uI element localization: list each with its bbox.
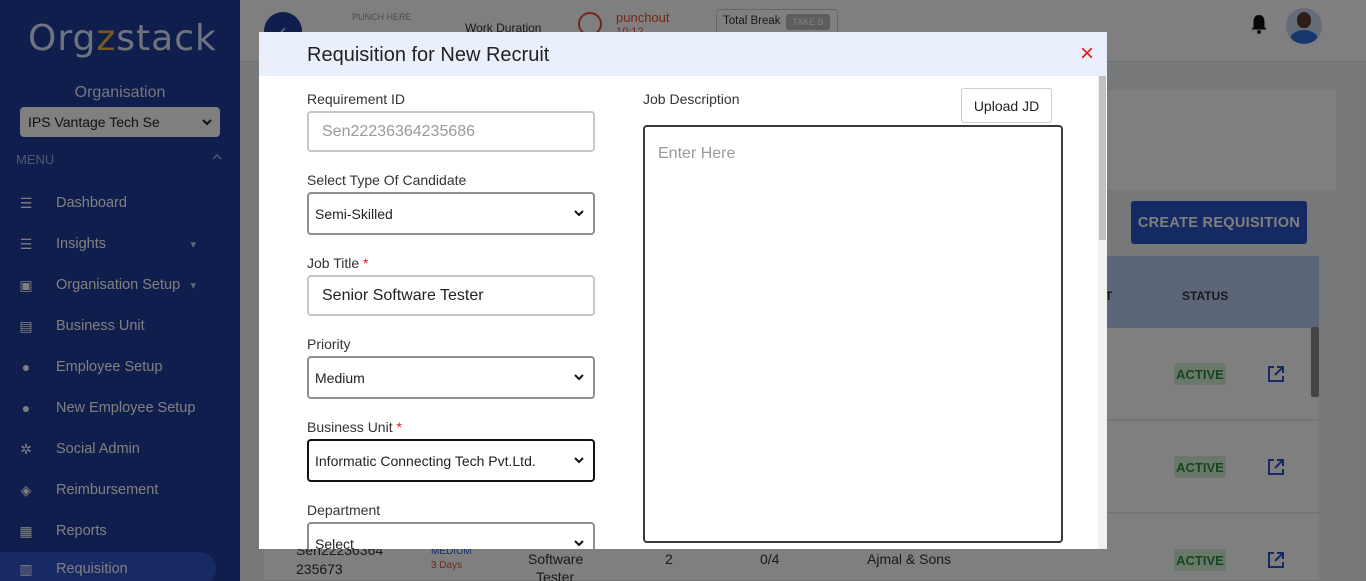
upload-jd-button[interactable]: Upload JD [961, 88, 1052, 123]
priority-label: Priority [307, 336, 351, 352]
chevron-down-icon [574, 210, 584, 217]
candidate-type-select[interactable]: Semi-Skilled [307, 192, 595, 235]
priority-value: Medium [315, 370, 365, 386]
candidate-type-value: Semi-Skilled [315, 206, 393, 222]
chevron-down-icon [574, 374, 584, 381]
job-title-label: Job Title * [307, 255, 369, 271]
modal-scrollbar-thumb[interactable] [1099, 76, 1106, 240]
chevron-down-icon [574, 457, 584, 464]
candidate-type-label: Select Type Of Candidate [307, 172, 467, 188]
requirement-id-label: Requirement ID [307, 91, 406, 107]
business-unit-value: Informatic Connecting Tech Pvt.Ltd. [315, 453, 536, 469]
modal-title: Requisition for New Recruit [307, 44, 550, 66]
job-title-input[interactable]: Senior Software Tester [307, 275, 595, 316]
priority-select[interactable]: Medium [307, 356, 595, 399]
job-description-textarea[interactable]: Enter Here [643, 125, 1063, 543]
required-asterisk: * [396, 419, 402, 435]
required-asterisk: * [363, 255, 369, 271]
business-unit-label: Business Unit * [307, 419, 402, 435]
department-value: Select [315, 536, 354, 549]
modal-header: Requisition for New Recruit × [259, 32, 1107, 76]
close-icon[interactable]: × [1077, 42, 1097, 66]
requisition-modal: Requisition for New Recruit × Requiremen… [259, 32, 1107, 549]
requirement-id-input[interactable]: Sen22236364235686 [307, 111, 595, 152]
chevron-down-icon [574, 540, 584, 547]
job-description-label: Job Description [643, 91, 740, 107]
department-select[interactable]: Select [307, 522, 595, 549]
department-label: Department [307, 502, 381, 518]
business-unit-select[interactable]: Informatic Connecting Tech Pvt.Ltd. [307, 439, 595, 482]
